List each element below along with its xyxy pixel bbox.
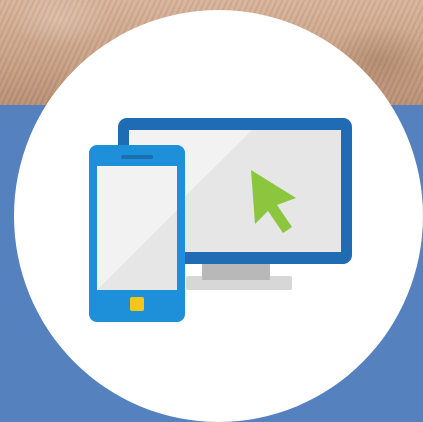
devices-banner [0,0,423,422]
devices-illustration [89,118,352,322]
smartphone-icon [89,145,185,322]
